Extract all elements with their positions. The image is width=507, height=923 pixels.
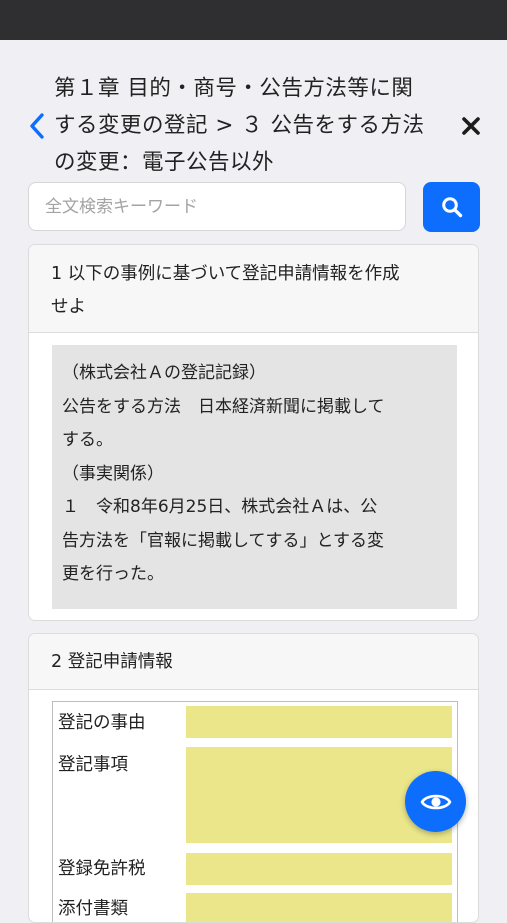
facts-line: 公告をする方法 日本経済新聞に掲載して (62, 396, 385, 417)
facts-line: 更を行った。 (62, 564, 164, 584)
registration-card-heading: 2 登記申請情報 (29, 634, 478, 690)
case-facts: （株式会社Ａの登記記録） 公告をする方法 日本経済新聞に掲載して する。 （事実… (52, 345, 457, 609)
registration-table: 登記の事由 登記事項 登録免許税 添付書類 (52, 701, 458, 922)
heading-line: 1 以下の事例に基づいて登記申請情報を作成 (51, 264, 400, 284)
answer-field-tax[interactable] (186, 853, 452, 885)
answer-field-reason[interactable] (186, 706, 452, 738)
row-label-reason: 登記の事由 (58, 713, 146, 733)
case-card-heading: 1 以下の事例に基づいて登記申請情報を作成 せよ (29, 245, 478, 333)
page-header: 第１章 目的・商号・公告方法等に関 する変更の登記 > ３ 公告をする方法 の変… (0, 40, 507, 180)
search-box (28, 182, 406, 231)
facts-line: 告方法を「官報に掲載してする」とする変 (62, 530, 384, 551)
facts-line: １ 令和8年6月25日、株式会社Ａは、公 (62, 497, 378, 517)
row-label-attachments: 添付書類 (58, 899, 128, 919)
page-title-line: する変更の登記 > ３ 公告をする方法 (54, 113, 425, 138)
heading-line: せよ (51, 297, 86, 317)
answer-field-attachments[interactable] (186, 893, 452, 922)
row-label-tax: 登録免許税 (58, 859, 146, 879)
search-icon (441, 197, 462, 218)
row-label-matters: 登記事項 (58, 755, 128, 775)
eye-icon (420, 794, 451, 809)
toggle-answer-button[interactable] (405, 771, 466, 832)
back-button[interactable] (22, 108, 52, 144)
page-title-line: 第１章 目的・商号・公告方法等に関 (54, 76, 414, 101)
registration-card: 2 登記申請情報 登記の事由 登記事項 登録免許税 添付書類 (28, 633, 479, 923)
close-button[interactable] (455, 110, 487, 142)
page-title: 第１章 目的・商号・公告方法等に関 する変更の登記 > ３ 公告をする方法 の変… (54, 70, 454, 181)
page-title-line: の変更：電子公告以外 (54, 150, 275, 175)
search-button[interactable] (423, 182, 480, 232)
chevron-left-icon (30, 113, 44, 139)
status-bar (0, 0, 507, 40)
close-icon (462, 117, 480, 135)
facts-line: する。 (62, 430, 113, 450)
facts-line: （株式会社Ａの登記記録） (62, 363, 266, 383)
search-input[interactable] (29, 183, 405, 230)
case-card: 1 以下の事例に基づいて登記申請情報を作成 せよ （株式会社Ａの登記記録） 公告… (28, 244, 479, 621)
facts-line: （事実関係） (62, 463, 164, 484)
